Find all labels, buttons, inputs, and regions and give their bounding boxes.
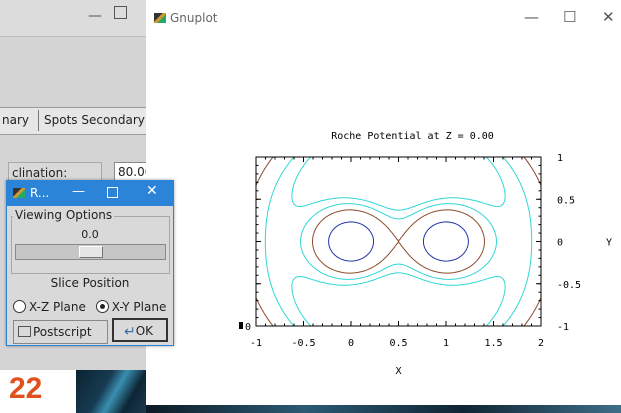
x-axis-label: X (395, 366, 401, 377)
inclination-label: clination: (12, 166, 68, 180)
desktop-wallpaper-strip (146, 405, 621, 413)
ok-button[interactable]: ↵OK (112, 318, 168, 342)
background-window-titlebar: — (0, 0, 146, 37)
background-minimize-icon[interactable]: — (88, 8, 102, 24)
x-tick-label: 1 (443, 338, 449, 349)
plane-radio-group: X-Z Plane X-Y Plane (13, 300, 166, 314)
slice-slider-thumb[interactable] (78, 246, 103, 258)
thumbnail-strip: 22 (0, 370, 146, 413)
chart-title: Roche Potential at Z = 0.00 (331, 131, 494, 142)
radio-xy-plane[interactable]: X-Y Plane (95, 300, 167, 314)
radio-xz-label: X-Z Plane (29, 300, 86, 314)
background-maximize-icon[interactable] (114, 6, 127, 19)
slice-slider[interactable] (15, 244, 166, 260)
radio-xy-indicator[interactable] (95, 300, 109, 313)
roche-plot: -1 -0.5 0 0.5 1 1.5 2 1 0.5 0 -0.5 -1 Roche Potentia… (239, 131, 612, 377)
x-tick-label: 0.5 (389, 338, 407, 349)
printer-icon (18, 326, 31, 337)
dialog-app-icon (13, 188, 25, 198)
viewing-options-dialog: R... — ✕ Viewing Options 0.0 Slice Posit… (6, 180, 174, 346)
y-tick-label: -1 (557, 322, 569, 333)
x-tick-label: -0.5 (291, 338, 315, 349)
y-tick-label: 0 (557, 238, 563, 249)
y-axis-label: Y (606, 238, 612, 249)
dialog-minimize-icon[interactable]: — (72, 184, 85, 199)
x-tick-label: 1.5 (484, 338, 502, 349)
gnuplot-window: Gnuplot — ☐ ✕ -1 -0.5 0 0.5 1 1.5 2 1 0.5 0 -0.5 -1… (146, 0, 621, 405)
postscript-button[interactable]: Postscript (13, 320, 108, 344)
background-tab-bar: nary Spots Secondary (0, 107, 146, 135)
radio-xy-label: X-Y Plane (111, 300, 167, 314)
x-tick-label: -1 (250, 338, 262, 349)
inclination-input[interactable]: 80.00 (114, 162, 146, 182)
background-panel (0, 37, 146, 107)
tab-spots-secondary[interactable]: Spots Secondary (44, 113, 145, 127)
x-tick-label: 0 (348, 338, 354, 349)
y-tick-label: 1 (557, 153, 563, 164)
left-edge-marker (239, 322, 243, 329)
dialog-titlebar[interactable]: R... — ✕ (6, 180, 174, 206)
dialog-close-icon[interactable]: ✕ (146, 183, 158, 199)
contour-critical (255, 156, 542, 327)
thumbnail-photo (76, 370, 146, 413)
tab-divider (38, 110, 39, 131)
tab-primary[interactable]: nary (2, 113, 29, 127)
postscript-button-label: Postscript (33, 325, 92, 339)
radio-xz-indicator[interactable] (13, 300, 26, 313)
slice-slider-value: 0.0 (81, 228, 99, 241)
y-tick-label: -0.5 (557, 280, 581, 291)
dialog-maximize-icon[interactable] (107, 187, 118, 198)
left-edge-label: 0 (245, 322, 251, 333)
ok-button-label: OK (135, 324, 154, 338)
viewing-options-legend: Viewing Options (13, 208, 115, 222)
enter-arrow-icon: ↵ (124, 324, 136, 340)
x-tick-label: 2 (538, 338, 544, 349)
dialog-title: R... (30, 186, 50, 200)
radio-xz-plane[interactable]: X-Z Plane (13, 300, 86, 314)
slice-position-label: Slice Position (50, 276, 130, 290)
dialog-body: Viewing Options 0.0 Slice Position X-Z P… (7, 206, 173, 345)
thumbnail-number: 22 (9, 372, 43, 405)
y-tick-label: 0.5 (557, 195, 575, 206)
